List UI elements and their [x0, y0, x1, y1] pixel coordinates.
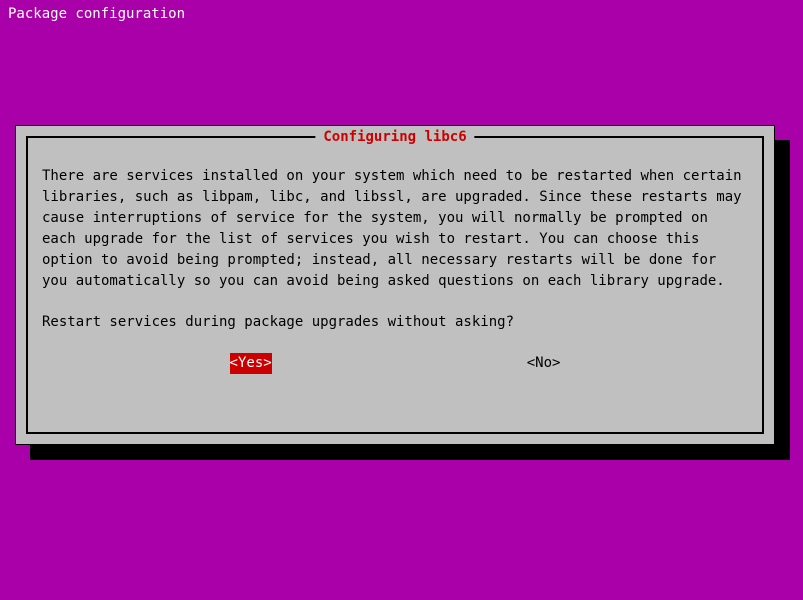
header-bar: Package configuration — [0, 0, 803, 29]
dialog-title: Configuring libc6 — [315, 127, 474, 148]
header-title: Package configuration — [8, 6, 185, 22]
dialog-frame: Configuring libc6 There are services ins… — [26, 136, 764, 434]
yes-button[interactable]: <Yes> — [230, 353, 272, 374]
dialog-body-text: There are services installed on your sys… — [42, 166, 748, 292]
dialog-content: There are services installed on your sys… — [28, 138, 762, 388]
button-row: <Yes> <No> — [42, 353, 748, 374]
no-button[interactable]: <No> — [527, 353, 561, 374]
config-dialog: Configuring libc6 There are services ins… — [15, 125, 775, 445]
dialog-question: Restart services during package upgrades… — [42, 312, 748, 333]
